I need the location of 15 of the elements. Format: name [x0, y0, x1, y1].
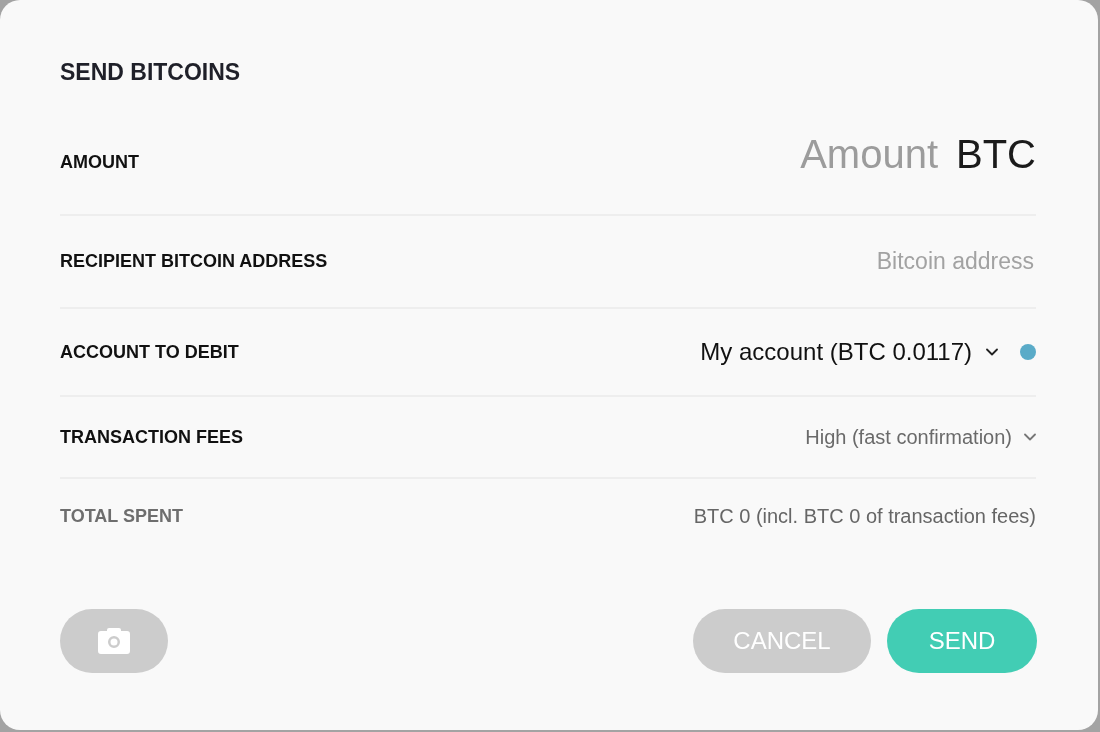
field-label: TRANSACTION FEES [60, 426, 243, 448]
chevron-down-icon [986, 348, 998, 356]
fees-dropdown[interactable]: High (fast confirmation) [805, 425, 1036, 449]
chevron-down-icon [1024, 433, 1036, 441]
dialog-title: SEND BITCOINS [60, 58, 241, 86]
amount-input[interactable]: Amount [778, 132, 938, 177]
address-input[interactable]: Bitcoin address [714, 248, 1034, 275]
field-label: RECIPIENT BITCOIN ADDRESS [60, 251, 328, 272]
currency-unit: BTC [956, 132, 1036, 177]
total-value: BTC 0 (incl. BTC 0 of transaction fees) [693, 504, 1036, 528]
field-label: TOTAL SPENT [60, 505, 183, 527]
field-label: ACCOUNT TO DEBIT [60, 341, 239, 363]
camera-icon [98, 628, 130, 654]
account-dropdown[interactable]: My account (BTC 0.0117) [700, 338, 998, 366]
field-label: AMOUNT [60, 152, 139, 173]
